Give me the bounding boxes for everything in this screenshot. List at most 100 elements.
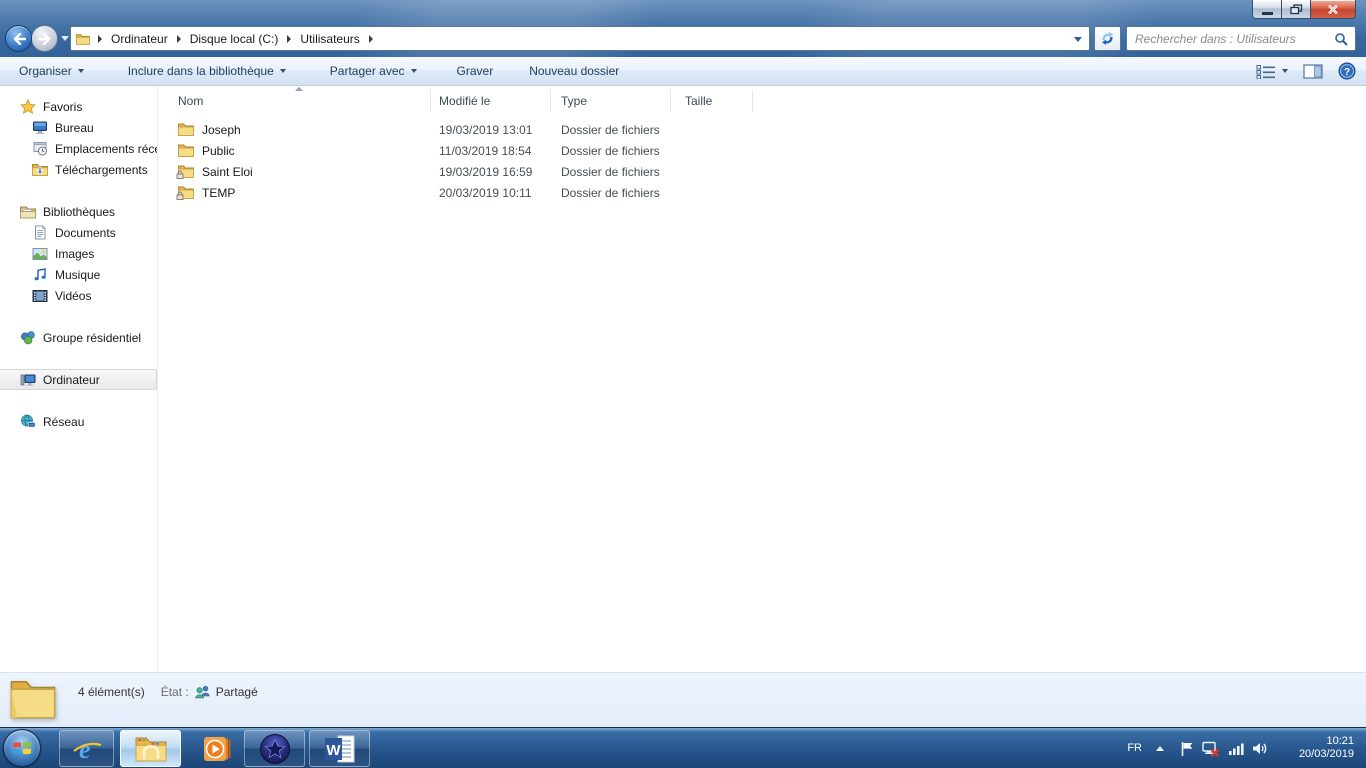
close-button[interactable] [1310, 0, 1356, 19]
share-with-button[interactable]: Partager avec [319, 57, 428, 85]
table-row[interactable]: Saint Eloi 19/03/2019 16:59 Dossier de f… [159, 161, 1366, 182]
chevron-down-icon [280, 69, 286, 73]
column-label: Modifié le [439, 94, 490, 108]
column-headers: Nom Modifié le Type Taille [159, 90, 753, 112]
file-type: Dossier de fichiers [551, 144, 671, 158]
new-folder-label: Nouveau dossier [529, 64, 619, 78]
file-name: Public [202, 144, 235, 158]
include-in-library-button[interactable]: Inclure dans la bibliothèque [117, 57, 297, 85]
column-label: Taille [685, 94, 712, 108]
file-name: TEMP [202, 186, 235, 200]
help-icon: ? [1338, 62, 1356, 80]
sidebar-item-label: Ordinateur [43, 373, 100, 387]
search-box [1126, 26, 1356, 51]
taskbar: e [0, 727, 1366, 768]
breadcrumb-chevron-icon [98, 35, 102, 43]
sidebar-item-homegroup[interactable]: Groupe résidentiel [0, 327, 157, 348]
sidebar-item-libraries[interactable]: Bibliothèques [0, 201, 157, 222]
language-indicator[interactable]: FR [1127, 742, 1142, 754]
file-modified: 11/03/2019 18:54 [431, 144, 551, 158]
table-row[interactable]: TEMP 20/03/2019 10:11 Dossier de fichier… [159, 182, 1366, 203]
recent-pages-chevron-icon[interactable] [61, 36, 69, 41]
sidebar-item-recent-places[interactable]: Emplacements récents [0, 138, 157, 159]
sidebar-item-images[interactable]: Images [0, 243, 157, 264]
navigation-bar: Ordinateur Disque local (C:) Utilisateur… [0, 20, 1366, 57]
preview-pane-icon [1303, 64, 1323, 79]
action-center-flag-icon[interactable] [1180, 741, 1194, 757]
file-modified: 19/03/2019 16:59 [431, 165, 551, 179]
table-row[interactable]: Joseph 19/03/2019 13:01 Dossier de fichi… [159, 119, 1366, 140]
sidebar-item-documents[interactable]: Documents [0, 222, 157, 243]
taskbar-item-windows-explorer[interactable] [120, 730, 181, 767]
lock-icon [176, 170, 184, 179]
chevron-down-icon [1282, 69, 1288, 73]
breadcrumb-item-computer[interactable]: Ordinateur [106, 27, 173, 50]
forward-button[interactable] [31, 25, 58, 52]
burn-label: Graver [457, 64, 494, 78]
recent-places-icon [32, 141, 48, 156]
state-label: État : [161, 685, 189, 699]
folder-icon [178, 144, 194, 157]
organize-button[interactable]: Organiser [8, 57, 95, 85]
refresh-button[interactable] [1094, 26, 1121, 51]
navigation-pane: Favoris Bureau Emplacements récents [0, 86, 158, 672]
clock-time: 10:21 [1268, 735, 1354, 748]
hidden-icons-chevron-icon[interactable] [1156, 746, 1164, 751]
burn-button[interactable]: Graver [446, 57, 505, 85]
address-bar[interactable]: Ordinateur Disque local (C:) Utilisateur… [70, 26, 1090, 51]
clock[interactable]: 10:21 20/03/2019 [1268, 735, 1354, 761]
list-view-icon [1256, 64, 1276, 79]
search-icon[interactable] [1334, 32, 1348, 46]
table-row[interactable]: Public 11/03/2019 18:54 Dossier de fichi… [159, 140, 1366, 161]
chevron-down-icon [411, 69, 417, 73]
organize-label: Organiser [19, 64, 72, 78]
sidebar-item-desktop[interactable]: Bureau [0, 117, 157, 138]
taskbar-item-word[interactable]: W [309, 730, 370, 767]
images-icon [32, 247, 48, 261]
lock-icon [176, 191, 184, 200]
address-dropdown-icon[interactable] [1074, 37, 1082, 42]
breadcrumb-item-users[interactable]: Utilisateurs [295, 27, 364, 50]
taskbar-item-star-app[interactable] [244, 730, 305, 767]
explorer-body: Favoris Bureau Emplacements récents [0, 86, 1366, 672]
back-button[interactable] [5, 25, 32, 52]
word-icon: W [324, 734, 356, 764]
signal-strength-icon[interactable] [1229, 741, 1244, 756]
sidebar-item-downloads[interactable]: Téléchargements [0, 159, 157, 180]
minimize-button[interactable] [1252, 0, 1282, 19]
state-value: Partagé [216, 685, 258, 699]
sidebar-item-label: Musique [55, 268, 100, 282]
volume-icon[interactable] [1252, 741, 1268, 756]
homegroup-icon [20, 330, 36, 345]
network-disconnected-icon[interactable] [1202, 741, 1220, 757]
sidebar-item-videos[interactable]: Vidéos [0, 285, 157, 306]
desktop-icon [32, 120, 48, 135]
sidebar-item-favorites[interactable]: Favoris [0, 96, 157, 117]
sidebar-item-computer[interactable]: Ordinateur [0, 369, 157, 390]
column-header-modified[interactable]: Modifié le [431, 90, 551, 112]
preview-pane-button[interactable] [1303, 64, 1323, 79]
start-button[interactable] [3, 729, 41, 767]
libraries-icon [20, 205, 36, 219]
network-icon [20, 414, 36, 429]
include-in-library-label: Inclure dans la bibliothèque [128, 64, 274, 78]
column-header-type[interactable]: Type [551, 90, 671, 112]
folder-large-icon [10, 678, 56, 720]
sidebar-item-music[interactable]: Musique [0, 264, 157, 285]
taskbar-item-internet-explorer[interactable]: e [59, 730, 114, 767]
column-header-size[interactable]: Taille [671, 90, 753, 112]
breadcrumb-chevron-icon [369, 35, 373, 43]
svg-text:?: ? [1344, 67, 1350, 78]
share-with-label: Partager avec [330, 64, 405, 78]
new-folder-button[interactable]: Nouveau dossier [518, 57, 630, 85]
search-input[interactable] [1127, 27, 1334, 50]
column-header-name[interactable]: Nom [159, 90, 431, 112]
breadcrumb-item-local-disk[interactable]: Disque local (C:) [185, 27, 284, 50]
change-view-button[interactable] [1256, 64, 1288, 79]
back-arrow-icon [12, 33, 26, 45]
chevron-down-icon [78, 69, 84, 73]
restore-button[interactable] [1282, 0, 1310, 19]
sidebar-item-network[interactable]: Réseau [0, 411, 157, 432]
help-button[interactable]: ? [1338, 62, 1356, 80]
taskbar-item-media-player[interactable] [194, 730, 240, 767]
